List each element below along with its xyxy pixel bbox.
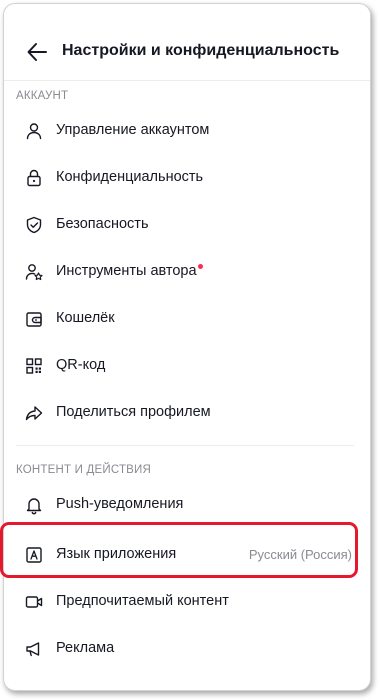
section-label-content: КОНТЕНТ И ДЕЙСТВИЯ [16, 464, 152, 476]
menu-item-manage-account[interactable]: Управление аккаунтом [14, 108, 360, 152]
settings-screen: Настройки и конфиденциальность АККАУНТ У… [3, 3, 371, 691]
section-label-account: АККАУНТ [16, 90, 69, 102]
arrow-left-icon [27, 43, 47, 61]
menu-item-label: Кошелёк [56, 310, 115, 326]
menu-item-label: Push-уведомления [56, 496, 184, 512]
header-divider [4, 80, 370, 81]
language-icon [24, 545, 44, 565]
creator-tools-icon [24, 262, 44, 282]
qr-code-icon [24, 356, 44, 376]
share-icon [24, 403, 44, 423]
menu-item-privacy[interactable]: Конфиденциальность [14, 155, 360, 199]
menu-item-creator-tools[interactable]: Инструменты автора [14, 249, 360, 293]
page-title: Настройки и конфиденциальность [62, 42, 340, 59]
menu-item-ads[interactable]: Реклама [14, 626, 360, 670]
user-icon [24, 121, 44, 141]
menu-item-share-profile[interactable]: Поделиться профилем [14, 390, 360, 434]
back-button[interactable] [26, 41, 48, 63]
menu-item-label: Безопасность [56, 216, 149, 232]
current-language-value: Русский (Россия) [248, 547, 352, 562]
menu-item-label: Управление аккаунтом [56, 122, 210, 138]
section-divider [16, 445, 354, 446]
menu-item-security[interactable]: Безопасность [14, 202, 360, 246]
header: Настройки и конфиденциальность [4, 30, 370, 74]
menu-item-label: Реклама [56, 640, 115, 656]
bell-icon [24, 495, 44, 515]
menu-item-content-preferences[interactable]: Предпочитаемый контент [14, 579, 360, 623]
megaphone-icon [24, 639, 44, 659]
menu-item-label: Предпочитаемый контент [56, 593, 229, 609]
video-camera-icon [24, 592, 44, 612]
menu-item-app-language[interactable]: Язык приложения Русский (Россия) [14, 532, 360, 576]
menu-item-label: Язык приложения [56, 546, 177, 562]
notification-dot [197, 264, 203, 269]
menu-item-label: Инструменты автора [56, 263, 203, 279]
menu-item-qr-code[interactable]: QR-код [14, 343, 360, 387]
menu-item-label: Поделиться профилем [56, 404, 211, 420]
shield-icon [24, 215, 44, 235]
lock-icon [24, 168, 44, 188]
menu-item-wallet[interactable]: Кошелёк [14, 296, 360, 340]
menu-item-label: Конфиденциальность [56, 169, 204, 185]
menu-item-push-notifications[interactable]: Push-уведомления [14, 482, 360, 526]
wallet-icon [24, 309, 44, 329]
menu-item-label: QR-код [56, 357, 106, 373]
